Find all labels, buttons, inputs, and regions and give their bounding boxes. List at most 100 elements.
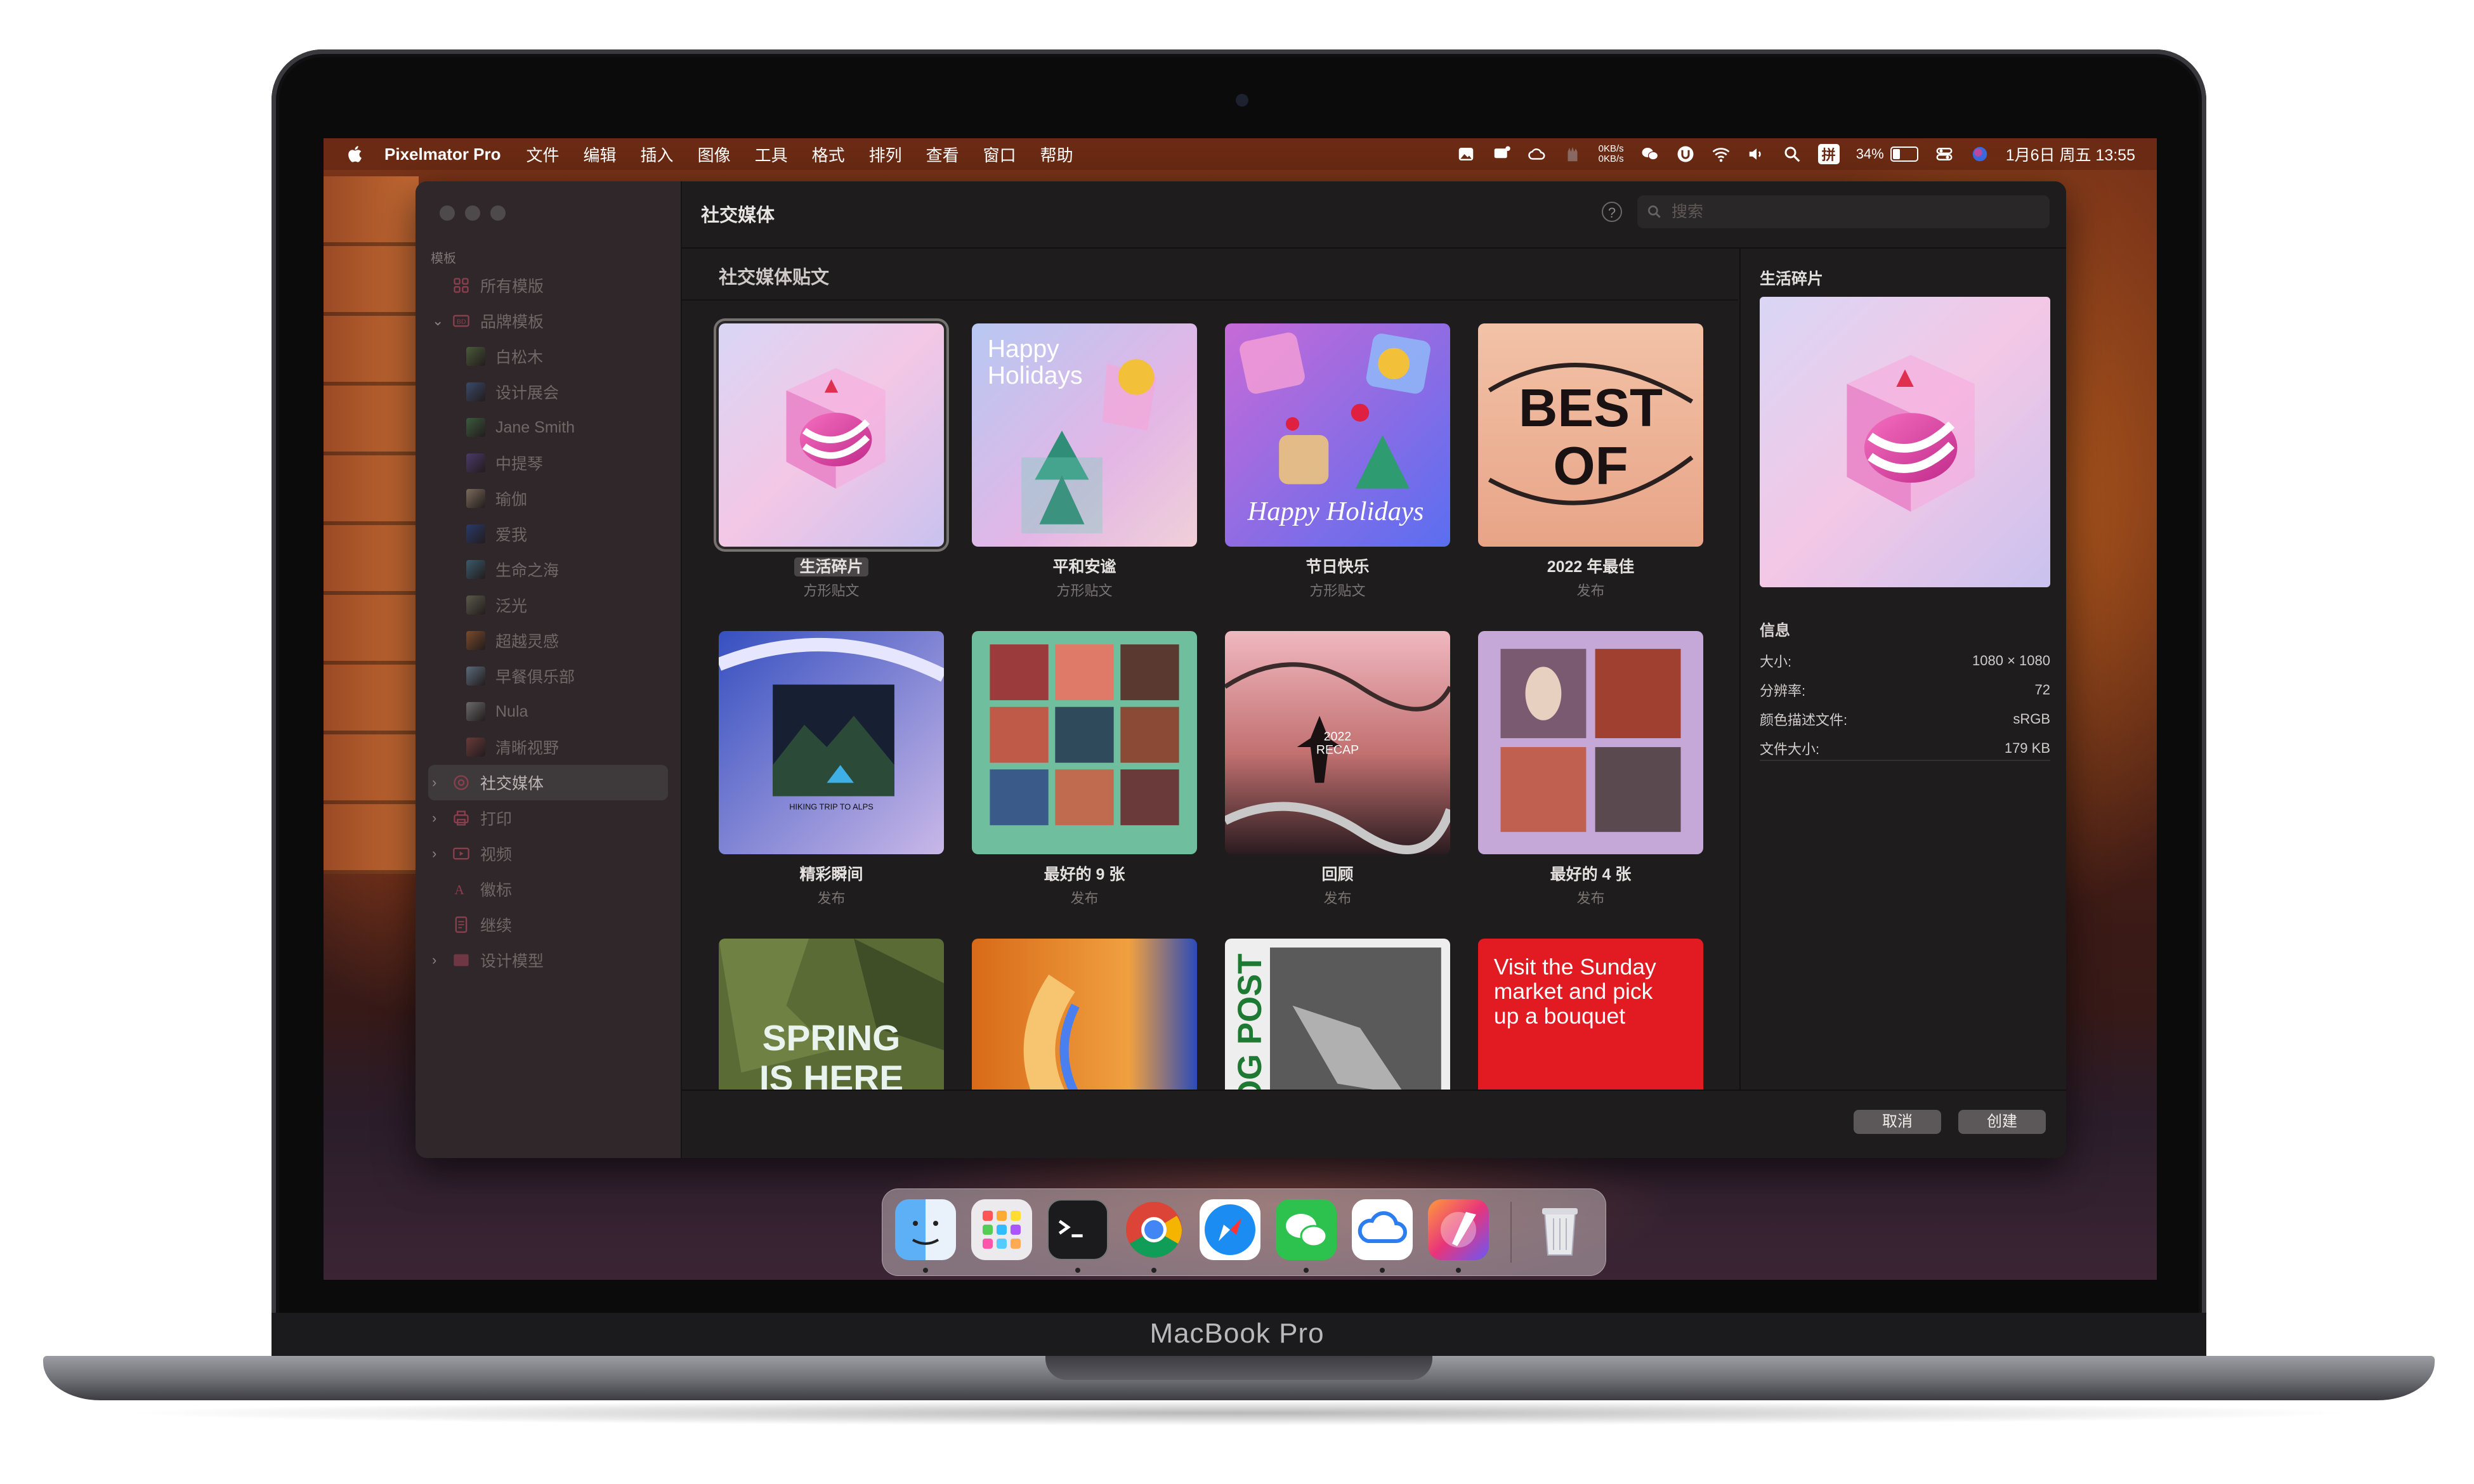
menu-edit[interactable]: 编辑 — [584, 143, 617, 166]
sidebar-item[interactable]: 所有模版 — [416, 268, 681, 303]
menu-view[interactable]: 查看 — [926, 143, 959, 166]
sidebar-item[interactable]: 白松木 — [416, 339, 681, 374]
help-button[interactable]: ? — [1602, 202, 1622, 222]
sidebar-item[interactable]: Nula — [416, 694, 681, 729]
template-tile[interactable]: BLOG POST — [1225, 939, 1450, 1091]
template-tile[interactable]: BEST OF 2022 年最佳 发布 — [1478, 323, 1703, 600]
search-input[interactable] — [1670, 202, 2028, 222]
svg-text:market and pick: market and pick — [1494, 979, 1653, 1004]
chevron-right-icon[interactable]: › — [432, 774, 436, 791]
template-tile[interactable]: Visit the Sunday market and pick up a bouq… — [1478, 939, 1703, 1091]
info-row-color-profile: 颜色描述文件: sRGB — [1760, 705, 2050, 734]
window-title: 社交媒体 — [701, 205, 775, 226]
sidebar-item[interactable]: 超越灵感 — [416, 623, 681, 658]
template-thumbnail-icon — [466, 489, 485, 508]
sidebar-item[interactable]: A 徽标 — [416, 871, 681, 907]
template-thumbnail: Happy Holidays — [1225, 323, 1450, 547]
chevron-right-icon[interactable]: › — [432, 810, 436, 826]
template-name: 回顾 — [1225, 862, 1450, 885]
menu-image[interactable]: 图像 — [698, 143, 731, 166]
sidebar-item[interactable]: 瑜伽 — [416, 481, 681, 516]
template-tile[interactable]: SPRING IS HERE — [719, 939, 944, 1091]
template-tile[interactable]: Happy Holidays 平和安谧 方形贴文 — [972, 323, 1197, 600]
template-thumbnail-icon — [466, 667, 485, 686]
zoom-button[interactable] — [490, 205, 506, 221]
wechat-icon[interactable] — [1276, 1199, 1337, 1260]
template-tile[interactable]: HIKING TRIP TO ALPS 精彩瞬间 发布 — [719, 631, 944, 908]
icloud-drive-icon[interactable] — [1352, 1199, 1413, 1260]
svg-text:Happy: Happy — [988, 335, 1059, 363]
cancel-button[interactable]: 取消 — [1854, 1110, 1941, 1134]
glove-icon[interactable] — [1563, 145, 1582, 164]
close-button[interactable] — [440, 205, 455, 221]
chrome-icon[interactable] — [1123, 1199, 1184, 1260]
sidebar-item[interactable]: 设计展会 — [416, 374, 681, 410]
minimize-button[interactable] — [465, 205, 480, 221]
search-field[interactable] — [1637, 195, 2050, 228]
template-tile[interactable]: 最好的 4 张发布 — [1478, 631, 1703, 908]
sidebar-item[interactable]: 泛光 — [416, 587, 681, 623]
battery-fill — [1892, 149, 1900, 159]
sidebar-item[interactable]: › 打印 — [416, 800, 681, 836]
template-tile[interactable]: 2022 RECAP 回顾 发布 — [1225, 631, 1450, 908]
create-button[interactable]: 创建 — [1958, 1110, 2046, 1134]
safari-icon[interactable] — [1200, 1199, 1260, 1260]
menu-help[interactable]: 帮助 — [1040, 143, 1073, 166]
sidebar-item[interactable]: 继续 — [416, 907, 681, 942]
volume-icon[interactable] — [1747, 145, 1766, 164]
svg-text:Visit the Sunday: Visit the Sunday — [1494, 954, 1656, 979]
menu-insert[interactable]: 插入 — [641, 143, 674, 166]
u-icon[interactable] — [1676, 145, 1695, 164]
template-name-text: 最好的 9 张 — [1044, 866, 1125, 883]
sidebar-item[interactable]: ⌄ BD 品牌模板 — [416, 303, 681, 339]
template-tile[interactable] — [972, 939, 1197, 1091]
launchpad-icon[interactable] — [971, 1199, 1032, 1260]
app-menu[interactable]: Pixelmator Pro — [384, 145, 501, 164]
template-tile[interactable]: Happy Holidays 节日快乐 方形贴文 — [1225, 323, 1450, 600]
clock[interactable]: 1月6日 周五 13:55 — [2006, 143, 2135, 166]
template-tile[interactable]: 生活碎片 方形贴文 — [719, 323, 944, 600]
sidebar-item[interactable]: › 设计模型 — [416, 942, 681, 978]
notification-icon[interactable] — [1492, 145, 1511, 164]
sidebar-item[interactable]: 爱我 — [416, 516, 681, 552]
wifi-icon[interactable] — [1712, 145, 1731, 164]
menu-window[interactable]: 窗口 — [983, 143, 1016, 166]
chevron-right-icon[interactable]: › — [432, 845, 436, 862]
terminal-icon[interactable] — [1047, 1199, 1108, 1260]
input-method-badge[interactable]: 拼 — [1817, 144, 1840, 164]
running-indicator — [1456, 1268, 1461, 1273]
finder-icon[interactable] — [895, 1199, 956, 1260]
dock-separator — [1510, 1202, 1512, 1263]
template-gallery[interactable]: 社交媒体贴文 生活碎片 方形贴文 Happy Holidays 平和安谧 方形贴文 Happ… — [682, 247, 1738, 1091]
control-center-icon[interactable] — [1935, 145, 1954, 164]
menu-format[interactable]: 格式 — [812, 143, 845, 166]
sidebar-item[interactable]: Jane Smith — [416, 410, 681, 445]
chevron-right-icon[interactable]: › — [432, 952, 436, 968]
template-tile[interactable]: 最好的 9 张发布 — [972, 631, 1197, 908]
sidebar-item[interactable]: 清晰视野 — [416, 729, 681, 765]
pixelmator-pro-icon[interactable] — [1428, 1199, 1489, 1260]
printer-icon — [452, 809, 470, 827]
svg-text:HIKING TRIP TO ALPS: HIKING TRIP TO ALPS — [789, 802, 874, 812]
battery-indicator[interactable]: 34% — [1856, 146, 1918, 162]
chevron-down-icon[interactable]: ⌄ — [432, 313, 443, 329]
template-name-text: 生活碎片 — [794, 557, 868, 576]
siri-icon[interactable] — [1970, 145, 1989, 164]
sidebar-item[interactable]: 中提琴 — [416, 445, 681, 481]
sidebar-item-label: 社交媒体 — [480, 775, 544, 793]
sidebar-item[interactable]: 早餐俱乐部 — [416, 658, 681, 694]
spotlight-icon[interactable] — [1783, 145, 1802, 164]
menu-arrange[interactable]: 排列 — [869, 143, 902, 166]
template-thumbnail-icon — [466, 347, 485, 366]
sidebar-item[interactable]: 生命之海 — [416, 552, 681, 587]
sidebar-item[interactable]: › 视频 — [416, 836, 681, 871]
menu-file[interactable]: 文件 — [527, 143, 560, 166]
sidebar-item[interactable]: › 社交媒体 — [428, 765, 668, 800]
menu-tools[interactable]: 工具 — [755, 143, 788, 166]
cloud-icon[interactable] — [1528, 145, 1547, 164]
wechat-menubar-icon[interactable] — [1640, 145, 1659, 164]
apple-icon[interactable] — [346, 145, 365, 164]
info-value: 179 KB — [2004, 740, 2050, 756]
trash-icon[interactable] — [1529, 1199, 1590, 1260]
photo-icon[interactable] — [1456, 145, 1476, 164]
